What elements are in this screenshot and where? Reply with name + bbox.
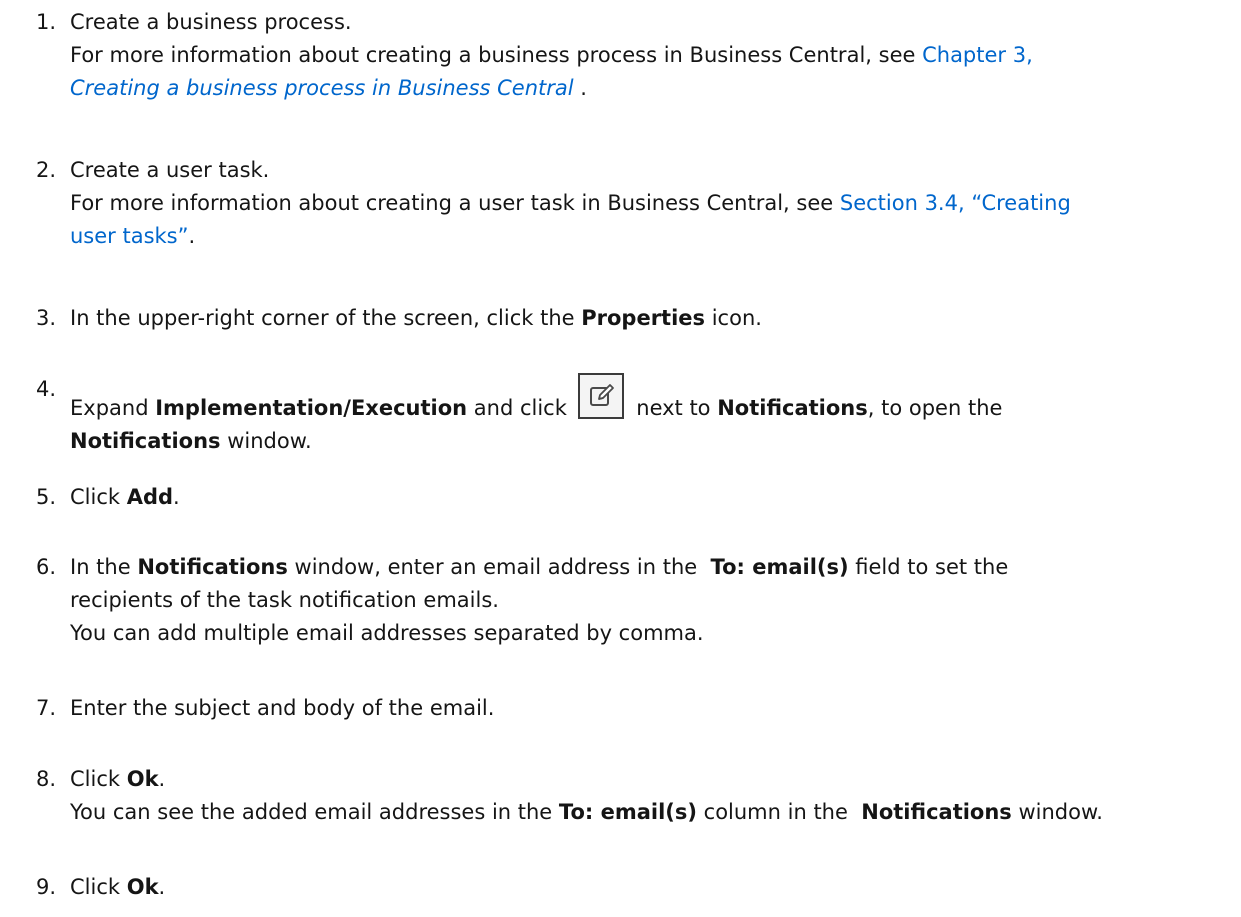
step-text: Enter the subject and body of the email. [70, 696, 495, 720]
text-run: Click [70, 485, 127, 509]
step-number: 3. [36, 306, 57, 330]
notifications-term: Notifications [861, 800, 1012, 824]
to-email-term: To: email(s) [558, 800, 697, 824]
text-run: column in the [696, 800, 862, 824]
step-body: Click Add. [70, 481, 1235, 514]
step-text: Click Ok. [70, 871, 1235, 904]
step-body: In the Notifications window, enter an em… [70, 551, 1235, 650]
step-text: Create a user task. [70, 158, 270, 182]
step-detail: For more information about creating a us… [70, 187, 1235, 220]
step-body: Create a business process. For more info… [70, 6, 1235, 105]
step-detail-cont: Creating a business process in Business … [70, 72, 1235, 105]
notifications-term: Notifications [717, 396, 868, 420]
step-body: Click Ok. [70, 871, 1235, 904]
text-run: You can see the added email addresses in… [70, 800, 559, 824]
section-3-4-link[interactable]: Section 3.4, “Creating [840, 191, 1071, 215]
step-text-cont: Notifications window. [70, 425, 1235, 458]
procedure-document: 1. Create a business process. For more i… [0, 0, 1241, 917]
step-number: 9. [36, 875, 57, 899]
text-run: In the upper-right corner of the screen,… [70, 306, 582, 330]
step-text: In the Notifications window, enter an em… [70, 551, 1235, 584]
step-number: 4. [36, 377, 57, 401]
text-run: , to open the [867, 396, 1003, 420]
edit-icon[interactable] [577, 373, 624, 419]
detail-punct: . [573, 76, 587, 100]
step-number: 5. [36, 485, 57, 509]
section-3-4-link-cont[interactable]: user tasks” [70, 224, 189, 248]
ok-term: Ok [126, 767, 159, 791]
chapter-3-link[interactable]: Chapter 3, [922, 43, 1033, 67]
step-body: In the upper-right corner of the screen,… [70, 302, 1235, 335]
properties-term: Properties [581, 306, 706, 330]
step-text: Create a business process. [70, 10, 352, 34]
text-run: In the [70, 555, 138, 579]
step-number: 6. [36, 555, 57, 579]
step-body: Click Ok. You can see the added email ad… [70, 763, 1235, 829]
text-run: window. [220, 429, 312, 453]
text-run: icon. [705, 306, 762, 330]
step-detail: You can add multiple email addresses sep… [70, 621, 704, 645]
step-detail: You can see the added email addresses in… [70, 796, 1235, 829]
ok-term: Ok [126, 875, 159, 899]
detail-punct: . [188, 224, 196, 248]
step-number: 7. [36, 696, 57, 720]
to-email-term: To: email(s) [710, 555, 849, 579]
step-text: In the upper-right corner of the screen,… [70, 302, 1235, 335]
step-number: 8. [36, 767, 57, 791]
step-body: Expand Implementation/Execution and clic… [70, 373, 1235, 458]
chapter-3-title-link[interactable]: Creating a business process in Business … [70, 76, 574, 100]
step-body: Create a user task. For more information… [70, 154, 1235, 253]
step-text: Click Add. [70, 481, 1235, 514]
implementation-execution-term: Implementation/Execution [155, 396, 468, 420]
detail-text: For more information about creating a bu… [70, 43, 923, 67]
text-run: Click [70, 875, 127, 899]
step-text: Click Ok. [70, 763, 1235, 796]
text-run: field to set the [848, 555, 1009, 579]
notifications-term: Notifications [70, 429, 221, 453]
text-run: . [158, 767, 166, 791]
text-run: and click [467, 396, 574, 420]
text-run: . [158, 875, 166, 899]
text-run: Expand [70, 396, 156, 420]
add-term: Add [126, 485, 174, 509]
detail-text: For more information about creating a us… [70, 191, 840, 215]
text-run: . [173, 485, 180, 509]
step-number: 2. [36, 158, 57, 182]
step-detail-cont: user tasks”. [70, 220, 1235, 253]
text-run: Click [70, 767, 127, 791]
text-run: next to [629, 396, 718, 420]
step-text-cont: recipients of the task notification emai… [70, 588, 499, 612]
step-body: Enter the subject and body of the email. [70, 692, 1235, 725]
step-text: Expand Implementation/Execution and clic… [70, 373, 1235, 425]
text-run: window. [1011, 800, 1103, 824]
step-detail: For more information about creating a bu… [70, 39, 1235, 72]
step-number: 1. [36, 10, 57, 34]
notifications-term: Notifications [137, 555, 288, 579]
text-run: window, enter an email address in the [287, 555, 711, 579]
